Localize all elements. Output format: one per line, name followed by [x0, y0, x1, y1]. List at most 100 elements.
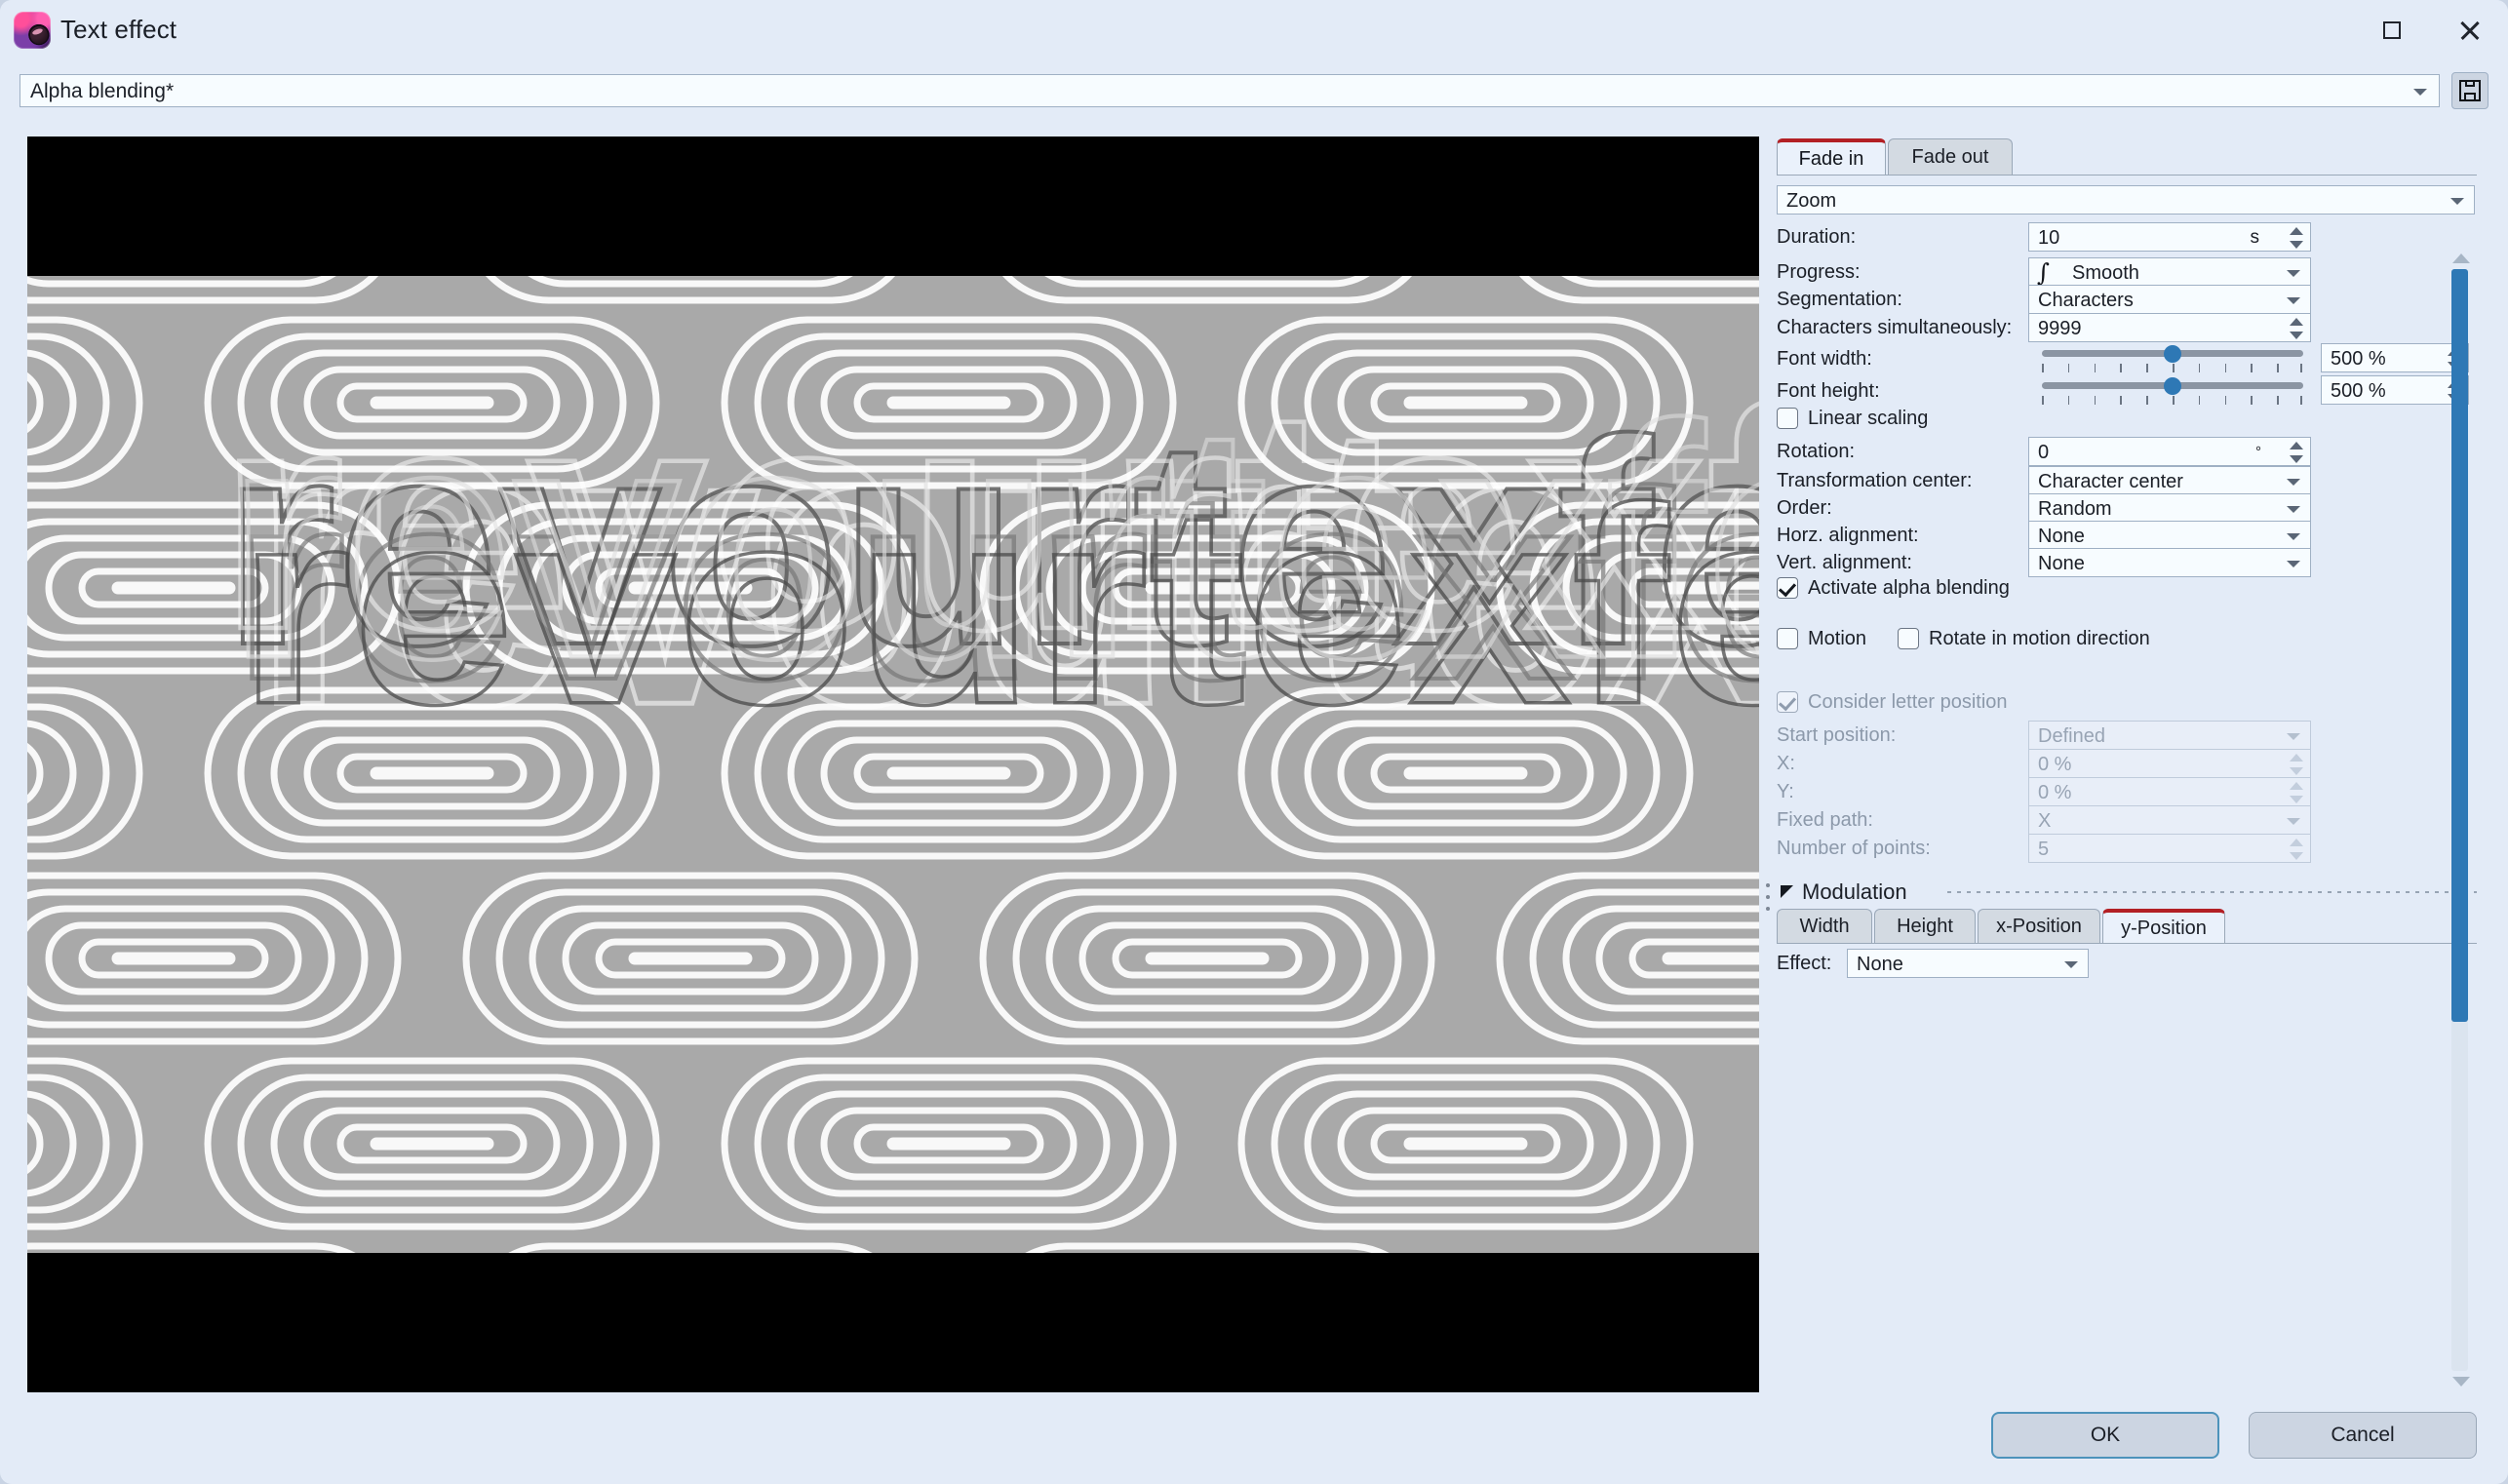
- order-combobox[interactable]: Random: [2028, 493, 2311, 523]
- window-title: Text effect: [60, 15, 177, 44]
- preset-value: Alpha blending*: [30, 80, 175, 102]
- modulation-tabbar: Width Height x-Position y-Position: [1777, 907, 2477, 944]
- characters-simultaneously-value: 9999: [2038, 318, 2082, 339]
- font-width-label: Font width:: [1777, 348, 1872, 370]
- transformation-center-value: Character center: [2038, 471, 2183, 492]
- scrollbar-thumb[interactable]: [2451, 269, 2468, 1022]
- consider-letter-position-label: Consider letter position: [1808, 691, 2008, 713]
- save-preset-button[interactable]: [2451, 72, 2488, 109]
- rotate-in-motion-direction-checkbox[interactable]: [1898, 628, 1919, 649]
- panel-scrollbar[interactable]: [2446, 252, 2473, 1388]
- chevron-down-icon: [2287, 270, 2300, 277]
- duration-unit: s: [2250, 227, 2260, 248]
- preset-combobox[interactable]: Alpha blending*: [20, 74, 2440, 107]
- spinner-arrows-icon: [2290, 839, 2303, 860]
- consider-letter-position-checkbox: [1777, 691, 1798, 713]
- horz-alignment-combobox[interactable]: None: [2028, 521, 2311, 550]
- scroll-down-arrow-icon[interactable]: [2452, 1377, 2470, 1386]
- activate-alpha-blending-checkbox[interactable]: [1777, 577, 1798, 599]
- modtab-x-position[interactable]: x-Position: [1978, 909, 2100, 944]
- fixed-path-value: X: [2038, 810, 2052, 832]
- segmentation-value: Characters: [2038, 290, 2134, 311]
- spinner-arrows-icon[interactable]: [2290, 227, 2303, 249]
- chevron-down-icon: [2287, 533, 2300, 540]
- vert-alignment-combobox[interactable]: None: [2028, 548, 2311, 577]
- modtab-x-position-label: x-Position: [1996, 916, 2082, 937]
- x-value: 0 %: [2038, 754, 2072, 775]
- chevron-down-icon: [2287, 506, 2300, 513]
- modulation-effect-value: None: [1857, 954, 1903, 975]
- close-button[interactable]: [2432, 0, 2508, 60]
- chevron-down-icon: [2064, 961, 2078, 968]
- tab-fade-in-label: Fade in: [1798, 147, 1864, 170]
- x-label: X:: [1777, 753, 1795, 774]
- chevron-down-icon: [2287, 733, 2300, 740]
- modtab-width[interactable]: Width: [1777, 909, 1872, 944]
- ok-button[interactable]: OK: [1991, 1412, 2219, 1459]
- order-value: Random: [2038, 498, 2112, 520]
- y-label: Y:: [1777, 781, 1794, 802]
- progress-combobox[interactable]: ∫ Smooth: [2028, 257, 2311, 287]
- segmentation-combobox[interactable]: Characters: [2028, 285, 2311, 314]
- modtab-width-label: Width: [1799, 916, 1850, 937]
- duration-label: Duration:: [1777, 226, 1857, 248]
- font-width-slider[interactable]: [2042, 344, 2303, 377]
- tab-fade-out[interactable]: Fade out: [1888, 138, 2013, 176]
- chevron-down-icon: [2413, 89, 2427, 96]
- app-icon: [14, 12, 51, 49]
- modulation-title: Modulation: [1802, 879, 1907, 904]
- characters-simultaneously-spinner[interactable]: 9999: [2028, 313, 2311, 342]
- y-spinner: 0 %: [2028, 777, 2311, 806]
- font-width-value: 500 %: [2331, 348, 2386, 370]
- spinner-arrows-icon[interactable]: [2290, 318, 2303, 339]
- collapse-triangle-icon[interactable]: [1781, 885, 1793, 898]
- scroll-up-arrow-icon[interactable]: [2452, 254, 2470, 263]
- effect-type-combobox[interactable]: Zoom: [1777, 185, 2475, 215]
- modulation-effect-label: Effect:: [1777, 953, 1832, 974]
- characters-simultaneously-label: Characters simultaneously:: [1777, 317, 2013, 338]
- cancel-button[interactable]: Cancel: [2249, 1412, 2477, 1459]
- transformation-center-combobox[interactable]: Character center: [2028, 466, 2311, 495]
- rotation-label: Rotation:: [1777, 441, 1856, 462]
- panel-splitter[interactable]: [1761, 137, 1775, 1392]
- preview-canvas[interactable]: revourtexfee revourtexfee revourtexfee r…: [27, 137, 1759, 1392]
- slider-knob[interactable]: [2164, 377, 2181, 395]
- vert-alignment-value: None: [2038, 553, 2085, 574]
- slider-ticks: [2042, 396, 2303, 406]
- segmentation-label: Segmentation:: [1777, 289, 1902, 310]
- modtab-height-label: Height: [1897, 916, 1953, 937]
- font-height-slider[interactable]: [2042, 376, 2303, 410]
- x-spinner: 0 %: [2028, 749, 2311, 778]
- modulation-tabbar-divider: [1777, 943, 2477, 944]
- start-position-value: Defined: [2038, 725, 2105, 747]
- duration-value: 10: [2038, 227, 2060, 249]
- close-icon: [2458, 19, 2482, 42]
- motion-checkbox[interactable]: [1777, 628, 1798, 649]
- chevron-down-icon: [2287, 297, 2300, 304]
- y-value: 0 %: [2038, 782, 2072, 803]
- linear-scaling-checkbox[interactable]: [1777, 408, 1798, 429]
- modtab-height[interactable]: Height: [1874, 909, 1976, 944]
- text-effect-dialog: Text effect Alpha blending* revourtex re…: [0, 0, 2508, 1484]
- font-height-label: Font height:: [1777, 380, 1880, 402]
- effect-settings-panel: Fade in Fade out Zoom Duration: 10 s Pro…: [1777, 137, 2477, 1392]
- slider-ticks: [2042, 364, 2303, 373]
- duration-spinner[interactable]: 10 s: [2028, 222, 2311, 252]
- order-label: Order:: [1777, 497, 1832, 519]
- modulation-effect-combobox[interactable]: None: [1847, 949, 2089, 978]
- slider-knob[interactable]: [2164, 345, 2181, 363]
- maximize-icon: [2383, 21, 2401, 39]
- tab-fade-out-label: Fade out: [1911, 146, 1989, 168]
- chevron-down-icon: [2287, 479, 2300, 486]
- transformation-center-label: Transformation center:: [1777, 470, 1973, 491]
- fixed-path-label: Fixed path:: [1777, 809, 1873, 831]
- modtab-y-position[interactable]: y-Position: [2102, 909, 2225, 944]
- floppy-disk-icon: [2459, 80, 2481, 101]
- spinner-arrows-icon[interactable]: [2290, 442, 2303, 463]
- modulation-group-header[interactable]: Modulation: [1777, 878, 2477, 907]
- tab-fade-in[interactable]: Fade in: [1777, 138, 1886, 176]
- rotation-spinner[interactable]: 0 °: [2028, 437, 2311, 466]
- preview-text-overlay: revourtexfee revourtexfee revourtexfee r…: [27, 137, 1759, 1392]
- maximize-button[interactable]: [2354, 0, 2430, 60]
- title-bar: Text effect: [0, 0, 2508, 60]
